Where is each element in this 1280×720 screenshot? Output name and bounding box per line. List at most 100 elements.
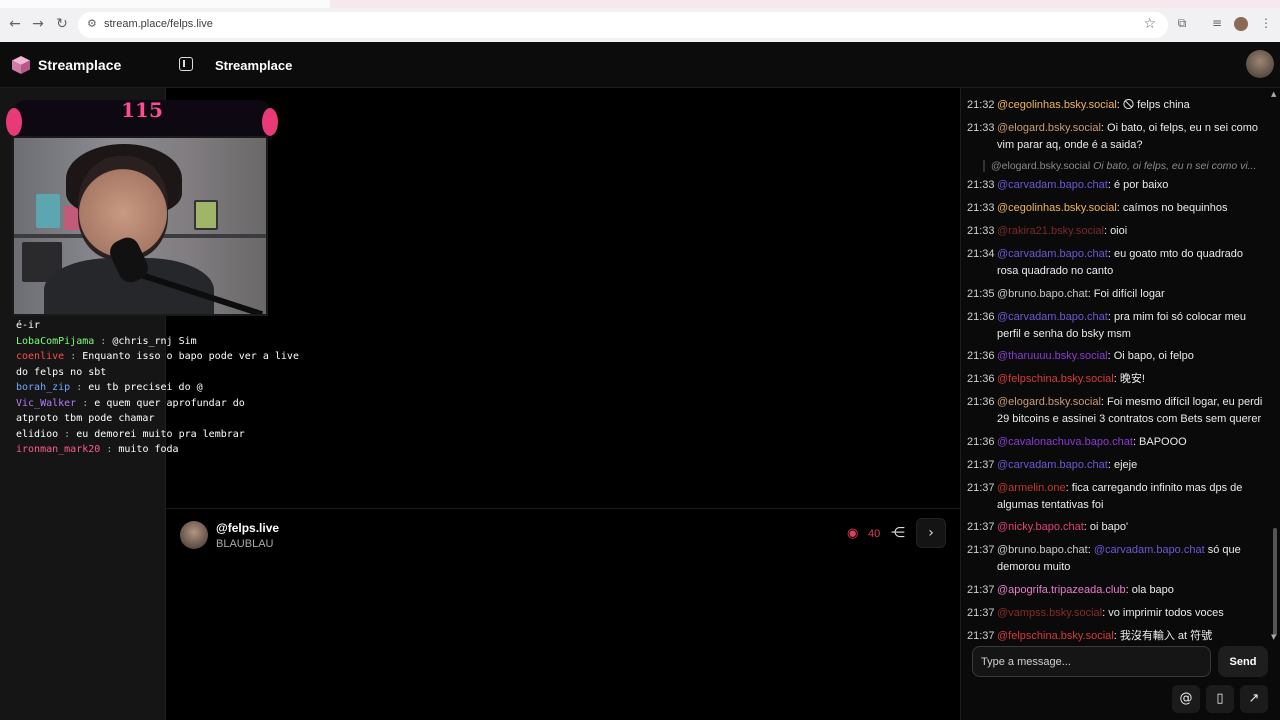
external-link-icon[interactable]: ↗	[1240, 685, 1268, 713]
chat-username[interactable]: @cavalonachuva.bapo.chat	[997, 436, 1133, 448]
chat-username[interactable]: @bruno.bapo.chat	[997, 544, 1088, 556]
chat-username[interactable]: @cegolinhas.bsky.social	[997, 99, 1117, 111]
chat-message[interactable]: 21:33 @elogard.bsky.social: Oi bato, oi f…	[967, 120, 1267, 154]
reply-quote-text: Oi bato, oi felps, eu n sei como vi...	[1093, 160, 1257, 172]
chat-message-list[interactable]: 21:32 @cegolinhas.bsky.social: 🛇 felps ch…	[961, 88, 1271, 643]
chat-username[interactable]: @bruno.bapo.chat	[997, 288, 1088, 300]
address-bar[interactable]: ⚙ stream.place/felps.live ☆	[78, 12, 1168, 38]
chat-mention[interactable]: @carvadam.bapo.chat	[1094, 544, 1205, 556]
app-header: Streamplace Streamplace	[0, 42, 1280, 88]
chat-message[interactable]: 21:37 @nicky.bapo.chat: oi bapo'	[967, 519, 1267, 536]
chat-message[interactable]: 21:33 @cegolinhas.bsky.social: caímos no …	[967, 200, 1267, 217]
chat-message[interactable]: 21:36 @tharuuuu.bsky.social: Oi bapo, oi …	[967, 348, 1267, 365]
tab-strip	[0, 0, 1280, 8]
stream-player[interactable]: 115 é-ir LobaComPijama : @chris_rnj Sim co…	[0, 88, 960, 508]
overlay-chat-line: Vic_Walker : e quem quer aprofundar do	[16, 396, 276, 412]
picture-frame	[194, 200, 218, 230]
chat-username[interactable]: @felpschina.bsky.social	[997, 630, 1114, 642]
chat-username[interactable]: @elogard.bsky.social	[997, 396, 1101, 408]
reload-icon[interactable]: ↻	[52, 14, 72, 34]
chat-username[interactable]: @carvadam.bapo.chat	[997, 179, 1108, 191]
chat-scrollbar[interactable]	[1273, 528, 1277, 636]
forward-icon[interactable]: →	[28, 14, 48, 34]
chat-username[interactable]: @elogard.bsky.social	[997, 122, 1101, 134]
chat-message-input[interactable]	[972, 646, 1211, 677]
overlay-chat-line: atproto tbm pode chamar	[16, 411, 276, 427]
chat-message[interactable]: 21:36 @cavalonachuva.bapo.chat: BAPOOO	[967, 434, 1267, 451]
media-controls-icon[interactable]: ≡	[1209, 15, 1225, 31]
overlay-chat-separator: :	[94, 335, 113, 347]
browser-menu-icon[interactable]: ⋮	[1258, 15, 1274, 31]
user-avatar[interactable]	[1246, 50, 1274, 78]
chat-message[interactable]: 21:32 @cegolinhas.bsky.social: 🛇 felps ch…	[967, 97, 1267, 114]
reply-quote-user: @elogard.bsky.social	[991, 160, 1091, 172]
chat-message-body: @nicky.bapo.chat: oi bapo'	[967, 519, 1267, 536]
chat-message-body: @vampss.bsky.social: vo imprimir todos v…	[967, 605, 1267, 622]
chat-username[interactable]: @armelin.one	[997, 482, 1066, 494]
streamplace-logo-icon[interactable]	[11, 55, 31, 75]
chat-message[interactable]: 21:37 @vampss.bsky.social: vo imprimir to…	[967, 605, 1267, 622]
chat-message-body: @apogrifa.tripazeada.club: ola bapo	[967, 582, 1267, 599]
chat-text: : ola bapo	[1125, 584, 1174, 596]
chevron-right-button[interactable]: ›	[916, 518, 946, 548]
chat-username[interactable]: @rakira21.bsky.social	[997, 225, 1104, 237]
overlay-chat-line: ironman_mark20 : muito foda	[16, 442, 276, 458]
chat-text: : 🛇 felps china	[1116, 99, 1190, 111]
sidebar-collapse-icon[interactable]	[179, 57, 193, 71]
bookmark-star-icon[interactable]: ☆	[1143, 16, 1156, 32]
chat-message[interactable]: 21:37 @carvadam.bapo.chat: ejeje	[967, 457, 1267, 474]
chat-timestamp: 21:33	[967, 122, 995, 134]
overlay-chat-text: atproto tbm pode chamar	[16, 413, 155, 424]
chat-message[interactable]: 21:36 @carvadam.bapo.chat: pra mim foi só…	[967, 309, 1267, 343]
chat-username[interactable]: @nicky.bapo.chat	[997, 521, 1084, 533]
chat-username[interactable]: @vampss.bsky.social	[997, 607, 1102, 619]
chat-username[interactable]: @apogrifa.tripazeada.club	[997, 584, 1126, 596]
streamer-handle[interactable]: @felps.live	[216, 521, 279, 535]
scroll-down-arrow-icon[interactable]: ▼	[1271, 633, 1276, 641]
overlay-chat-line: coenlive : Enquanto isso o bapo pode ver…	[16, 349, 299, 365]
chat-username[interactable]: @carvadam.bapo.chat	[997, 311, 1108, 323]
chat-timestamp: 21:32	[967, 99, 995, 111]
chat-message[interactable]: 21:37 @bruno.bapo.chat: @carvadam.bapo.ch…	[967, 542, 1267, 576]
overlay-chat-username: coenlive	[16, 351, 65, 362]
share-icon[interactable]: ⋲	[890, 525, 906, 541]
active-tab[interactable]	[0, 0, 330, 8]
chat-username[interactable]: @carvadam.bapo.chat	[997, 248, 1108, 260]
send-button[interactable]: Send	[1218, 646, 1268, 677]
chat-message[interactable]: 21:36 @elogard.bsky.social: Foi mesmo dif…	[967, 394, 1267, 428]
back-icon[interactable]: ←	[5, 14, 25, 34]
overlay-chat-text: e quem quer aprofundar do	[94, 397, 245, 409]
scroll-up-arrow-icon[interactable]: ▲	[1271, 90, 1276, 98]
chat-username[interactable]: @tharuuuu.bsky.social	[997, 350, 1108, 362]
browser-profile-avatar[interactable]	[1234, 17, 1248, 31]
chat-message[interactable]: 21:37 @armelin.one: fica carregando infin…	[967, 480, 1267, 514]
overlay-chat-text: eu tb precisei do @	[88, 382, 203, 393]
overlay-chat-line: LobaComPijama : @chris_rnj Sim	[16, 334, 276, 350]
chat-timestamp: 21:37	[967, 607, 995, 619]
popout-window-icon[interactable]: ▯	[1206, 685, 1234, 713]
site-info-icon[interactable]: ⚙	[87, 18, 99, 30]
chat-username[interactable]: @cegolinhas.bsky.social	[997, 202, 1117, 214]
chat-username[interactable]: @carvadam.bapo.chat	[997, 459, 1108, 471]
chat-message-body: @rakira21.bsky.social: oioi	[967, 223, 1267, 240]
chat-text: : BAPOOO	[1132, 436, 1187, 448]
chat-message[interactable]: 21:33 @rakira21.bsky.social: oioi	[967, 223, 1267, 240]
chat-message[interactable]: 21:37 @apogrifa.tripazeada.club: ola bapo	[967, 582, 1267, 599]
streamer-avatar[interactable]	[180, 521, 208, 549]
chat-username[interactable]: @felpschina.bsky.social	[997, 373, 1114, 385]
overlay-chat-line: do felps no sbt	[16, 365, 276, 381]
chat-timestamp: 21:33	[967, 179, 995, 191]
chat-message[interactable]: 21:37 @felpschina.bsky.social: 我沒有輸入 at 符…	[967, 628, 1267, 643]
chat-message[interactable]: 21:35 @bruno.bapo.chat: Foi difícil logar	[967, 286, 1267, 303]
extensions-icon[interactable]: ⧉	[1174, 15, 1190, 31]
overlay-chat-line: elidioo : eu demorei muito pra lembrar	[16, 427, 276, 443]
chat-message[interactable]: 21:34 @carvadam.bapo.chat: eu goato mto d…	[967, 246, 1267, 280]
chat-message[interactable]: 21:33 @carvadam.bapo.chat: é por baixo	[967, 177, 1267, 194]
brand-name[interactable]: Streamplace	[38, 57, 121, 73]
chat-timestamp: 21:37	[967, 584, 995, 596]
chat-message-body: @bruno.bapo.chat: @carvadam.bapo.chat só…	[967, 542, 1267, 576]
chat-text: : 晚安!	[1113, 373, 1145, 385]
overlay-header: 115	[6, 98, 278, 140]
chat-message[interactable]: 21:36 @felpschina.bsky.social: 晚安!	[967, 371, 1267, 388]
mention-at-icon[interactable]: @	[1172, 685, 1200, 713]
